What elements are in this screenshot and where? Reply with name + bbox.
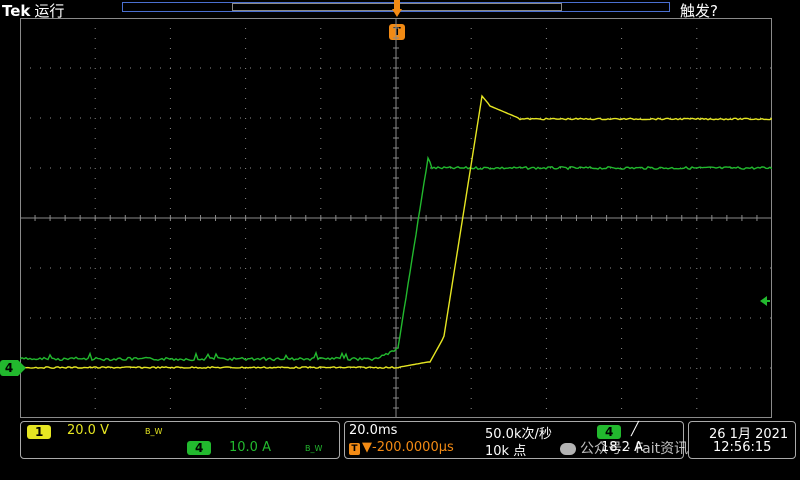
ch1-bw-icon: B_W (145, 427, 163, 436)
ch1-scale: 20.0 V (67, 423, 109, 438)
ch1-badge[interactable]: 1 (27, 425, 52, 439)
timebase-scale: 20.0ms (349, 423, 398, 438)
waveform-display (20, 18, 772, 418)
trigger-t-icon: T (349, 443, 360, 455)
watermark-text: 公众号 · Fait资讯 (580, 441, 689, 457)
left-arrow-icon[interactable] (760, 295, 770, 307)
channel-panel[interactable]: 1 20.0 V B_W 4 10.0 A B_W (20, 421, 340, 459)
time-label: 12:56:15 (713, 440, 772, 455)
ch4-ground-marker[interactable]: 4 (0, 360, 26, 376)
trigger-source-badge[interactable]: 4 (597, 425, 622, 439)
ch4-bw-icon: B_W (305, 444, 323, 453)
trigger-position-icon[interactable] (392, 0, 402, 18)
ch4-badge[interactable]: 4 (187, 441, 212, 455)
datetime-panel: 26 1月 2021 12:56:15 (688, 421, 796, 459)
ch4-scale: 10.0 A (229, 440, 271, 455)
record-length: 10k 点 (485, 444, 527, 459)
wechat-icon (560, 443, 576, 455)
trigger-slope-icon: ╱ (631, 422, 639, 437)
watermark: 公众号 · Fait资讯 (560, 438, 688, 458)
trigger-offset: ▼-200.0000μs (362, 440, 454, 455)
